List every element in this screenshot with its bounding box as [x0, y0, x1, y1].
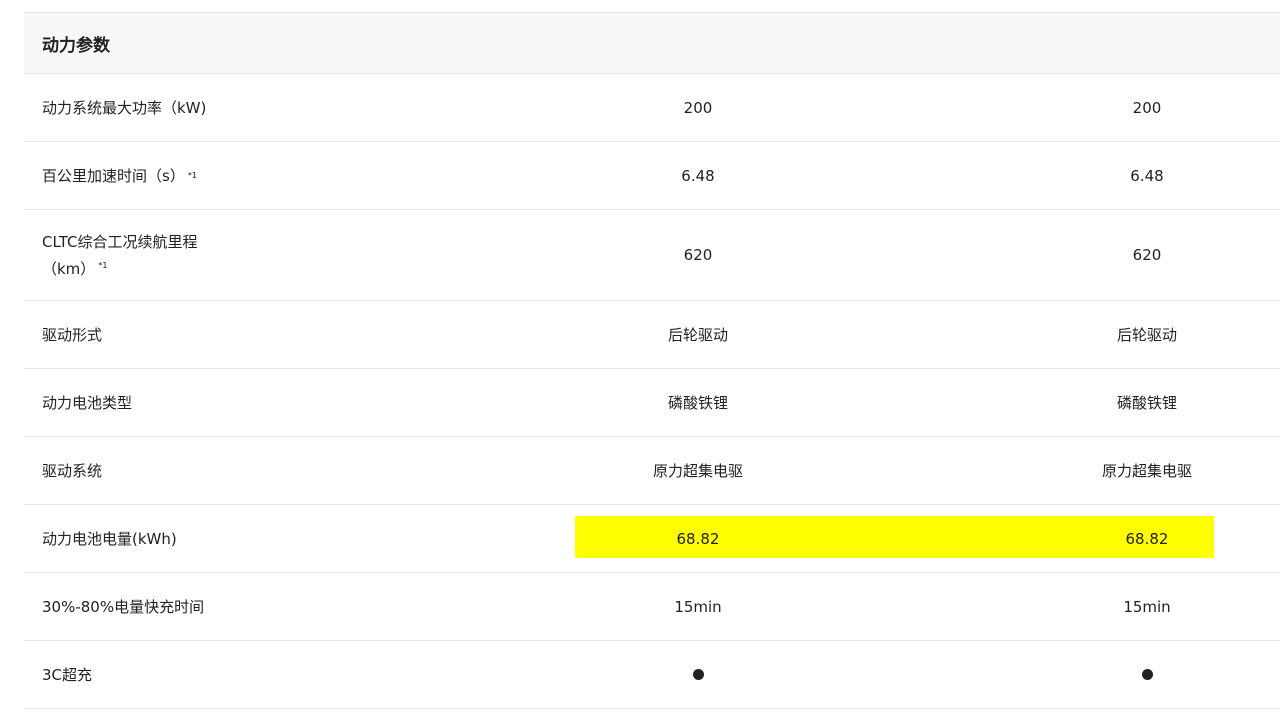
- table-row: 驱动形式 后轮驱动 后轮驱动: [24, 301, 1280, 369]
- row-value-2: [1027, 641, 1267, 708]
- row-value-2: 15min: [1123, 597, 1171, 616]
- section-title: 动力参数: [42, 35, 110, 56]
- spec-table: 动力参数 动力系统最大功率（kW) 200 200 百公里加速时间（s） *1 6…: [24, 12, 1280, 709]
- footnote-marker: *1: [187, 170, 197, 180]
- footnote-marker: *1: [98, 260, 108, 270]
- row-value-1: 后轮驱动: [667, 326, 728, 344]
- row-value-2: 6.48: [1130, 166, 1164, 185]
- row-label: 驱动形式: [42, 325, 103, 344]
- row-value-1: 620: [683, 246, 713, 264]
- table-row: CLTC综合工况续航里程（km） *1 620 620: [24, 210, 1280, 301]
- row-label: 动力电池类型: [42, 393, 133, 412]
- row-value-1: 200: [683, 98, 713, 117]
- row-value-2: 620: [1132, 246, 1162, 264]
- row-value-1: 15min: [674, 597, 722, 616]
- section-header: 动力参数: [24, 13, 1280, 74]
- row-label: 3C超充: [42, 665, 93, 684]
- table-row: 30%-80%电量快充时间 15min 15min: [24, 573, 1280, 641]
- row-value-2: 磷酸铁锂: [1116, 394, 1177, 412]
- row-value-1: [578, 641, 818, 708]
- table-row: 驱动系统 原力超集电驱 原力超集电驱: [24, 437, 1280, 505]
- row-label: 30%-80%电量快充时间: [42, 597, 205, 616]
- row-label: 百公里加速时间（s） *1: [42, 142, 242, 209]
- row-label: 驱动系统: [42, 461, 103, 480]
- row-label: 动力系统最大功率（kW): [42, 98, 207, 117]
- row-value-1: 原力超集电驱: [652, 462, 743, 480]
- table-row-highlighted: 动力电池电量(kWh) 68.82 68.82: [24, 505, 1280, 573]
- table-row: 动力系统最大功率（kW) 200 200: [24, 74, 1280, 142]
- dot-icon: [692, 669, 704, 680]
- row-value-2: 后轮驱动: [1116, 326, 1177, 344]
- dot-icon: [1141, 669, 1153, 680]
- row-value-1: 磷酸铁锂: [667, 394, 728, 412]
- row-label: CLTC综合工况续航里程（km） *1: [42, 232, 198, 278]
- row-value-1: 6.48: [681, 166, 715, 185]
- row-value-2: 68.82: [1125, 529, 1169, 548]
- row-value-2: 原力超集电驱: [1101, 462, 1192, 480]
- row-label: 动力电池电量(kWh): [42, 529, 177, 548]
- table-row: 3C超充: [24, 641, 1280, 709]
- row-value-1: 68.82: [676, 529, 720, 548]
- table-row: 动力电池类型 磷酸铁锂 磷酸铁锂: [24, 369, 1280, 437]
- row-value-2: 200: [1132, 98, 1162, 117]
- table-row: 百公里加速时间（s） *1 6.48 6.48: [24, 142, 1280, 210]
